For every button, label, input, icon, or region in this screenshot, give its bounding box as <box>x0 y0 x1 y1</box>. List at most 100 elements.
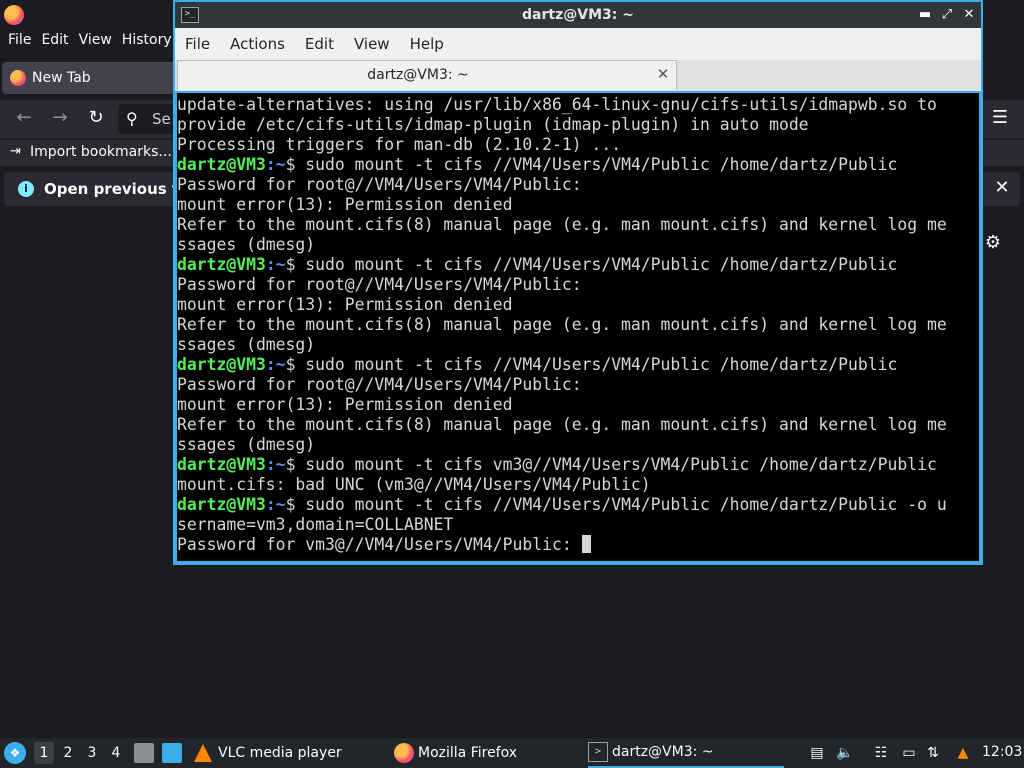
terminal-line: Processing triggers for man-db (2.10.2-1… <box>177 135 947 155</box>
terminal-line: provide /etc/cifs-utils/idmap-plugin (id… <box>177 115 947 135</box>
prompt-command: $ sudo mount -t cifs //VM4/Users/VM4/Pub… <box>285 155 898 174</box>
terminal-line: Password for root@//VM4/Users/VM4/Public… <box>177 375 947 395</box>
output-text: provide /etc/cifs-utils/idmap-plugin (id… <box>177 115 809 134</box>
terminal-menu-file[interactable]: File <box>175 35 220 53</box>
close-window-icon[interactable]: ✕ <box>959 5 979 25</box>
prompt-command: $ sudo mount -t cifs vm3@//VM4/Users/VM4… <box>285 455 937 474</box>
firefox-menu-history[interactable]: History <box>118 30 176 54</box>
terminal-line: Password for root@//VM4/Users/VM4/Public… <box>177 175 947 195</box>
prompt-user: dartz@VM3 <box>177 255 266 274</box>
minimize-icon[interactable]: ▬ <box>915 5 935 25</box>
terminal-line: mount error(13): Permission denied <box>177 195 947 215</box>
terminal-line: mount error(13): Permission denied <box>177 395 947 415</box>
file-manager-icon[interactable] <box>134 743 154 763</box>
terminal-tabbar: dartz@VM3: ~ ✕ <box>175 60 981 91</box>
workspace-3[interactable]: 3 <box>82 742 102 764</box>
terminal-titlebar[interactable]: >_ dartz@VM3: ~ ▬ ⤢ ✕ <box>175 2 981 28</box>
terminal-window-title: dartz@VM3: ~ <box>522 7 634 23</box>
workspace-4[interactable]: 4 <box>106 742 126 764</box>
gear-icon[interactable]: ⚙ <box>982 232 1004 254</box>
task-vlc[interactable]: VLC media player <box>194 738 342 768</box>
clipboard-icon[interactable]: ▤ <box>808 744 826 762</box>
workspace-2[interactable]: 2 <box>58 742 78 764</box>
terminal-line: Refer to the mount.cifs(8) manual page (… <box>177 415 947 435</box>
task-terminal[interactable]: > dartz@VM3: ~ <box>588 738 784 768</box>
output-text: Password for root@//VM4/Users/VM4/Public… <box>177 375 582 394</box>
tab-close-icon[interactable]: ✕ <box>654 64 672 84</box>
prompt-command: $ sudo mount -t cifs //VM4/Users/VM4/Pub… <box>285 355 898 374</box>
import-bookmarks-button[interactable]: ⇥ Import bookmarks... <box>10 144 172 160</box>
firefox-menu-edit[interactable]: Edit <box>37 30 72 54</box>
import-bookmarks-label: Import bookmarks... <box>30 144 172 160</box>
terminal-line: Password for vm3@//VM4/Users/VM4/Public: <box>177 535 947 555</box>
terminal-line: mount.cifs: bad UNC (vm3@//VM4/Users/VM4… <box>177 475 947 495</box>
output-text: sername=vm3,domain=COLLABNET <box>177 515 454 534</box>
prompt-user: dartz@VM3 <box>177 455 266 474</box>
output-text: Password for root@//VM4/Users/VM4/Public… <box>177 175 582 194</box>
display-icon[interactable]: ▭ <box>900 744 918 762</box>
application-menu-icon[interactable]: ❖ <box>4 742 26 764</box>
clock: 12:03 <box>982 744 1023 760</box>
prompt-command: $ sudo mount -t cifs //VM4/Users/VM4/Pub… <box>285 495 947 514</box>
output-text: Processing triggers for man-db (2.10.2-1… <box>177 135 622 154</box>
terminal-menu-edit[interactable]: Edit <box>295 35 344 53</box>
output-text: mount error(13): Permission denied <box>177 195 513 214</box>
terminal-line: ssages (dmesg) <box>177 335 947 355</box>
terminal-menu-help[interactable]: Help <box>400 35 454 53</box>
import-icon: ⇥ <box>10 144 21 159</box>
prompt-path: :~ <box>265 495 286 514</box>
text-cursor <box>581 535 591 553</box>
reload-icon[interactable]: ↻ <box>84 106 108 130</box>
firefox-menu-file[interactable]: File <box>4 30 35 54</box>
task-firefox-label: Mozilla Firefox <box>418 745 518 761</box>
search-input[interactable]: Se <box>152 110 171 128</box>
vlc-tray-icon[interactable]: ▲ <box>954 744 972 762</box>
terminal-window: >_ dartz@VM3: ~ ▬ ⤢ ✕ File Actions Edit … <box>173 0 983 565</box>
show-desktop-icon[interactable] <box>162 743 182 763</box>
firefox-menubar: File Edit View History <box>0 30 178 54</box>
terminal-line: ssages (dmesg) <box>177 435 947 455</box>
terminal-menu-view[interactable]: View <box>344 35 400 53</box>
terminal-line: Refer to the mount.cifs(8) manual page (… <box>177 215 947 235</box>
volume-icon[interactable]: 🔈 <box>836 744 854 762</box>
network-icon[interactable]: ⇅ <box>924 744 942 762</box>
terminal-line: mount error(13): Permission denied <box>177 295 947 315</box>
task-vlc-label: VLC media player <box>218 745 342 761</box>
notes-icon[interactable]: ☷ <box>872 744 890 762</box>
firefox-menu-view[interactable]: View <box>75 30 116 54</box>
terminal-menu-actions[interactable]: Actions <box>220 35 295 53</box>
forward-arrow-icon[interactable]: → <box>48 106 72 130</box>
terminal-line: dartz@VM3:~$ sudo mount -t cifs //VM4/Us… <box>177 255 947 275</box>
terminal-line: Password for root@//VM4/Users/VM4/Public… <box>177 275 947 295</box>
prompt-user: dartz@VM3 <box>177 155 266 174</box>
prompt-user: dartz@VM3 <box>177 495 266 514</box>
output-text: mount.cifs: bad UNC (vm3@//VM4/Users/VM4… <box>177 475 651 494</box>
firefox-logo-icon <box>4 5 24 25</box>
maximize-icon[interactable]: ⤢ <box>937 5 957 25</box>
vlc-icon <box>194 744 212 762</box>
terminal-screen[interactable]: update-alternatives: using /usr/lib/x86_… <box>177 93 979 561</box>
output-text: ssages (dmesg) <box>177 235 316 254</box>
prompt-user: dartz@VM3 <box>177 355 266 374</box>
output-text: Refer to the mount.cifs(8) manual page (… <box>177 415 947 434</box>
output-text: ssages (dmesg) <box>177 435 316 454</box>
terminal-tab[interactable]: dartz@VM3: ~ ✕ <box>177 60 677 90</box>
terminal-line: update-alternatives: using /usr/lib/x86_… <box>177 95 947 115</box>
firefox-tab-icon <box>10 70 26 86</box>
hamburger-menu-icon[interactable]: ☰ <box>990 108 1010 128</box>
output-text: ssages (dmesg) <box>177 335 316 354</box>
back-arrow-icon[interactable]: ← <box>12 106 36 130</box>
terminal-line: dartz@VM3:~$ sudo mount -t cifs //VM4/Us… <box>177 155 947 175</box>
firefox-tab-new-tab[interactable]: New Tab <box>2 62 202 94</box>
terminal-line: Refer to the mount.cifs(8) manual page (… <box>177 315 947 335</box>
search-icon: ⚲ <box>126 109 138 128</box>
output-text: Password for root@//VM4/Users/VM4/Public… <box>177 275 582 294</box>
workspace-1[interactable]: 1 <box>34 742 54 764</box>
close-icon[interactable]: ✕ <box>990 176 1014 200</box>
terminal-line: ssages (dmesg) <box>177 235 947 255</box>
terminal-menubar: File Actions Edit View Help <box>175 28 981 60</box>
task-firefox[interactable]: Mozilla Firefox <box>394 738 517 768</box>
terminal-line: dartz@VM3:~$ sudo mount -t cifs //VM4/Us… <box>177 355 947 375</box>
notification-text: Open previous ta <box>44 180 190 198</box>
terminal-tab-label: dartz@VM3: ~ <box>367 67 469 83</box>
